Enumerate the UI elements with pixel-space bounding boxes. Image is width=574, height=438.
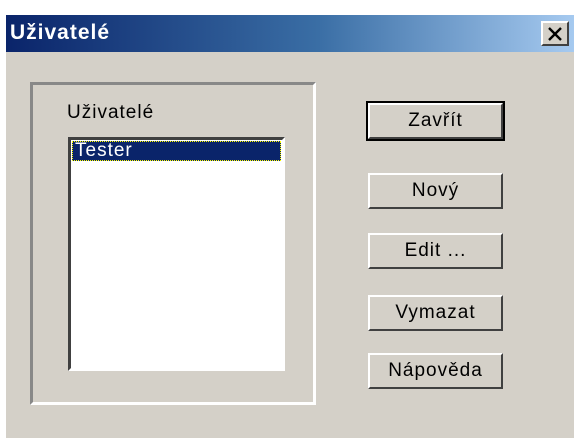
window-title: Uživatelé	[10, 21, 111, 44]
delete-user-button[interactable]: Vymazat	[368, 295, 503, 331]
close-button[interactable]: Zavřít	[366, 101, 505, 141]
users-dialog: Uživatelé Uživatelé Tester Zavřít Nový E…	[5, 14, 574, 438]
title-bar[interactable]: Uživatelé	[6, 15, 574, 52]
users-group-panel: Uživatelé Tester	[30, 82, 316, 405]
new-user-button[interactable]: Nový	[368, 173, 503, 209]
list-item-tester[interactable]: Tester	[72, 141, 281, 161]
edit-user-button[interactable]: Edit ...	[368, 233, 503, 269]
close-window-button[interactable]	[541, 21, 569, 46]
help-button[interactable]: Nápověda	[368, 353, 503, 389]
close-x-icon	[547, 26, 563, 41]
users-group-label: Uživatelé	[67, 102, 155, 123]
users-listbox[interactable]: Tester	[68, 137, 285, 371]
